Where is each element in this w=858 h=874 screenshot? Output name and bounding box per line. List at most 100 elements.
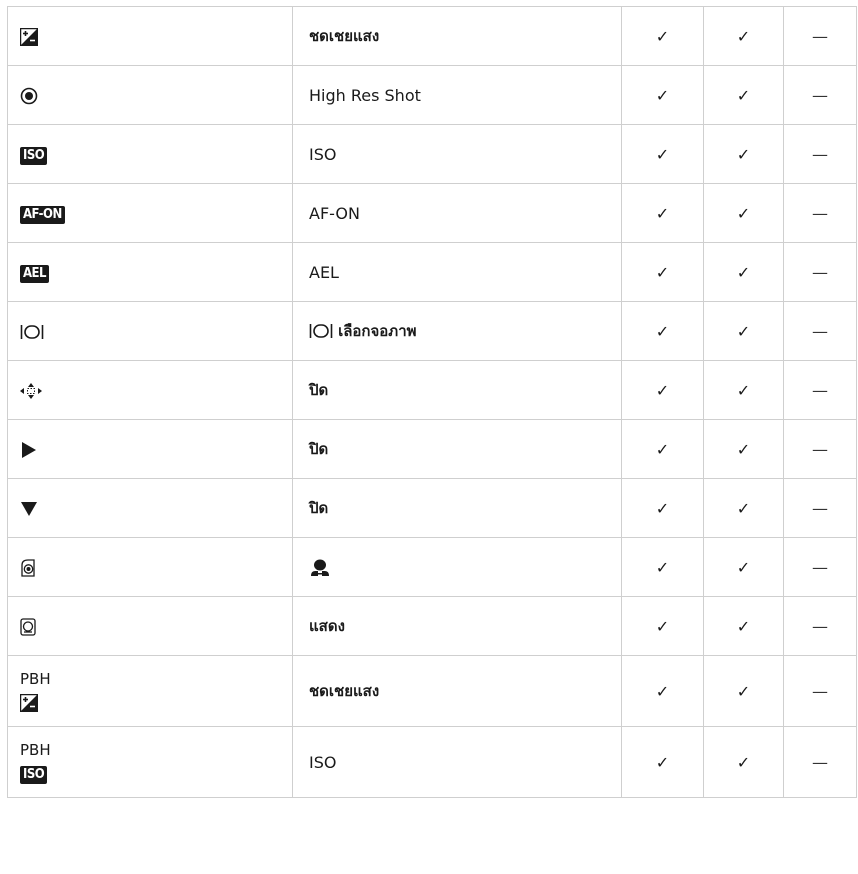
dash-mark: —: [783, 537, 857, 597]
direction-pad-icon: [20, 382, 42, 399]
dash-mark: —: [783, 65, 857, 125]
button-icon-cell: [7, 537, 293, 597]
table-row: AF-ON AF-ON ✓ ✓ —: [7, 183, 857, 243]
pbh-prefix: PBH: [20, 670, 51, 689]
table-row: เลือกจอภาพ ✓ ✓ —: [7, 301, 857, 361]
button-icon-cell: PBH: [7, 655, 293, 727]
right-arrow-icon: [22, 441, 36, 458]
value-cell: ชดเชยแสง: [292, 655, 622, 727]
dash-mark: —: [783, 183, 857, 243]
value-cell: AF-ON: [292, 183, 622, 243]
display-select-icon: [20, 324, 44, 339]
button-icon-cell: [7, 419, 293, 479]
dash-mark: —: [783, 242, 857, 302]
dash-mark: —: [783, 6, 857, 66]
button-icon-cell: ISO: [7, 124, 293, 184]
ael-icon: AEL: [20, 264, 49, 283]
value-text: ปิด: [309, 499, 329, 517]
check-mark: ✓: [621, 537, 704, 597]
value-text: เลือกจอภาพ: [338, 322, 417, 340]
check-mark: ✓: [621, 242, 704, 302]
check-mark: ✓: [703, 419, 784, 479]
high-res-shot-icon: [20, 87, 38, 105]
button-icon-cell: [7, 301, 293, 361]
table-row: ISO ISO ✓ ✓ —: [7, 124, 857, 184]
check-mark: ✓: [703, 242, 784, 302]
down-arrow-icon: [21, 501, 37, 516]
check-mark: ✓: [621, 655, 704, 727]
value-cell: [292, 537, 622, 597]
pbh-prefix: PBH: [20, 740, 51, 759]
dash-mark: —: [783, 124, 857, 184]
button-icon-cell: AEL: [7, 242, 293, 302]
table-row: แสดง ✓ ✓ —: [7, 596, 857, 656]
value-text: ชดเชยแสง: [309, 27, 380, 45]
value-text: AEL: [309, 262, 339, 282]
value-cell: AEL: [292, 242, 622, 302]
dash-mark: —: [783, 301, 857, 361]
value-text: แสดง: [309, 617, 345, 635]
dash-mark: —: [783, 419, 857, 479]
check-mark: ✓: [621, 726, 704, 798]
check-mark: ✓: [703, 183, 784, 243]
value-text: ISO: [309, 144, 337, 164]
value-text: High Res Shot: [309, 85, 421, 105]
value-text: ปิด: [309, 381, 329, 399]
check-mark: ✓: [703, 124, 784, 184]
check-mark: ✓: [621, 6, 704, 66]
value-text: ชดเชยแสง: [309, 682, 380, 700]
table-row: AEL AEL ✓ ✓ —: [7, 242, 857, 302]
check-mark: ✓: [621, 419, 704, 479]
value-cell: ปิด: [292, 478, 622, 538]
check-mark: ✓: [621, 478, 704, 538]
value-cell: High Res Shot: [292, 65, 622, 125]
check-mark: ✓: [703, 726, 784, 798]
check-mark: ✓: [621, 124, 704, 184]
check-mark: ✓: [703, 537, 784, 597]
settings-table: ชดเชยแสง ✓ ✓ — High Res Shot ✓ ✓ — ISO I…: [7, 6, 857, 798]
check-mark: ✓: [621, 596, 704, 656]
check-mark: ✓: [621, 183, 704, 243]
dash-mark: —: [783, 596, 857, 656]
check-mark: ✓: [703, 478, 784, 538]
check-mark: ✓: [621, 65, 704, 125]
button-icon-cell: [7, 65, 293, 125]
exposure-comp-icon: [20, 693, 38, 712]
button-icon-cell: [7, 6, 293, 66]
button-icon-cell: [7, 596, 293, 656]
iso-icon: ISO: [20, 765, 48, 784]
dash-mark: —: [783, 655, 857, 727]
button-icon-cell: AF-ON: [7, 183, 293, 243]
iso-icon: ISO: [20, 146, 48, 165]
lens-ring-icon: [20, 618, 36, 636]
dash-mark: —: [783, 478, 857, 538]
table-row: PBH ชดเชยแสง ✓ ✓ —: [7, 655, 857, 727]
table-row: PBH ISO ISO ✓ ✓ —: [7, 726, 857, 798]
value-text: ปิด: [309, 440, 329, 458]
value-cell: ISO: [292, 124, 622, 184]
check-mark: ✓: [621, 301, 704, 361]
button-icon-cell: [7, 478, 293, 538]
value-cell: ชดเชยแสง: [292, 6, 622, 66]
value-cell: แสดง: [292, 596, 622, 656]
check-mark: ✓: [621, 360, 704, 420]
check-mark: ✓: [703, 301, 784, 361]
value-cell: ปิด: [292, 360, 622, 420]
value-cell: ปิด: [292, 419, 622, 479]
table-row: High Res Shot ✓ ✓ —: [7, 65, 857, 125]
value-text: ISO: [309, 752, 337, 772]
display-select-icon: [309, 324, 333, 338]
value-cell: เลือกจอภาพ: [292, 301, 622, 361]
table-row: ชดเชยแสง ✓ ✓ —: [7, 6, 857, 66]
button-icon-cell: [7, 360, 293, 420]
dash-mark: —: [783, 726, 857, 798]
table-row: ปิด ✓ ✓ —: [7, 360, 857, 420]
dash-mark: —: [783, 360, 857, 420]
check-mark: ✓: [703, 6, 784, 66]
table-row: ปิด ✓ ✓ —: [7, 478, 857, 538]
face-priority-icon: [311, 559, 329, 576]
value-cell: ISO: [292, 726, 622, 798]
check-mark: ✓: [703, 360, 784, 420]
check-mark: ✓: [703, 65, 784, 125]
value-text: AF-ON: [309, 203, 360, 223]
